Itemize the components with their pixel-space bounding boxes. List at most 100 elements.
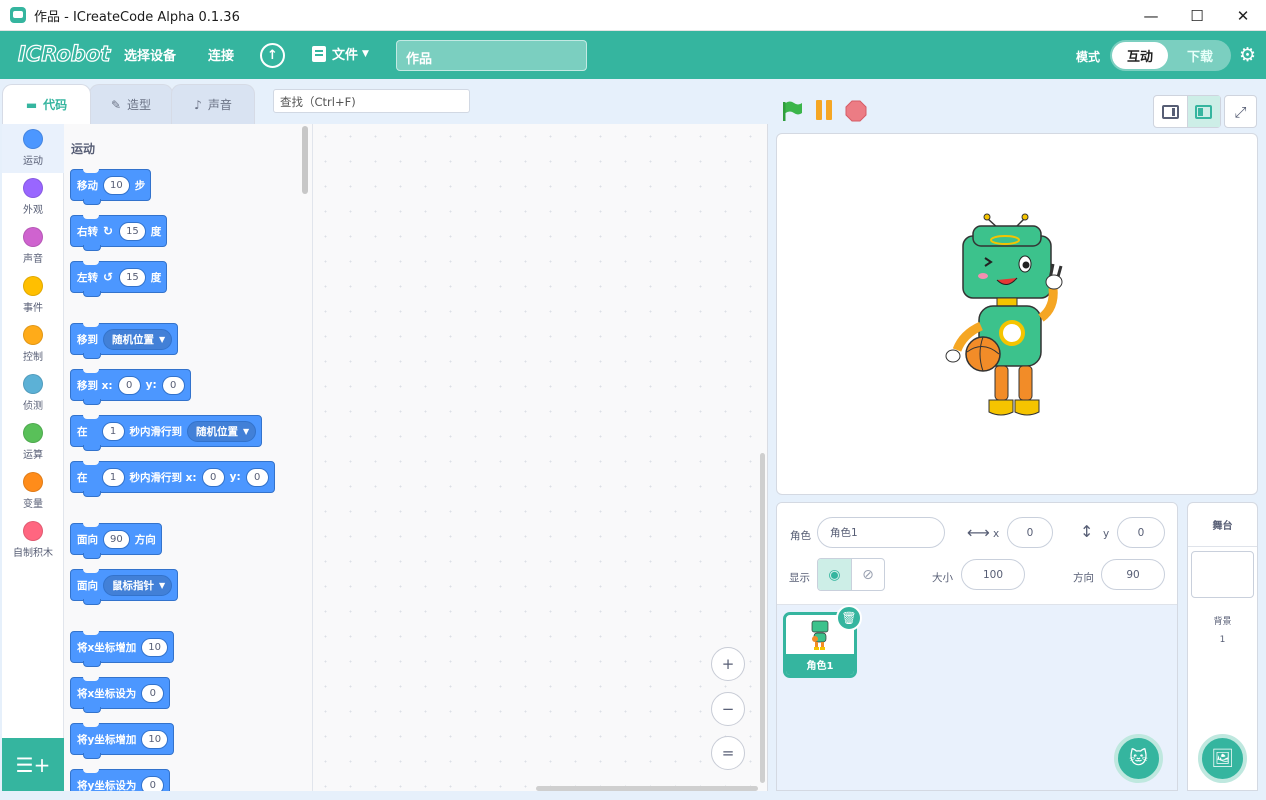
block-turn-right[interactable]: 右转 ↻ 15 度 xyxy=(70,215,168,251)
block-goto-xy[interactable]: 移到 x: 0 y: 0 xyxy=(70,369,191,405)
tab-costumes-label: 造型 xyxy=(127,98,152,112)
maximize-button[interactable]: ☐ xyxy=(1174,0,1220,31)
block-input[interactable]: 15 xyxy=(119,267,146,287)
x-label: x xyxy=(993,528,1000,540)
zoom-in-button[interactable]: + xyxy=(711,647,745,681)
block-input[interactable]: 0 xyxy=(141,683,165,703)
size-label: 大小 xyxy=(932,572,953,584)
category-my-blocks[interactable]: 自制积木 xyxy=(2,516,64,565)
search-input[interactable]: 查找（Ctrl+F) xyxy=(273,89,470,113)
block-input[interactable]: 0 xyxy=(141,775,165,791)
block-set-x[interactable]: 将x坐标设为 0 xyxy=(70,677,171,713)
block-input[interactable]: 0 xyxy=(245,467,269,487)
delete-sprite-button[interactable]: 🗑 xyxy=(836,605,862,631)
mode-toggle[interactable]: 互动 下载 xyxy=(1110,40,1231,71)
block-input[interactable]: 90 xyxy=(103,529,130,549)
upload-icon[interactable]: ↑ xyxy=(260,43,285,68)
block-input[interactable]: 1 xyxy=(101,421,125,441)
category-label: 运动 xyxy=(23,156,43,167)
hide-button[interactable]: ⊘ xyxy=(850,559,884,590)
stop-icon[interactable] xyxy=(845,100,867,122)
pause-icon[interactable] xyxy=(813,100,835,122)
script-area[interactable] xyxy=(313,124,768,791)
y-input[interactable]: 0 xyxy=(1117,517,1165,548)
close-button[interactable]: ✕ xyxy=(1220,0,1266,31)
connect-menu[interactable]: 连接 xyxy=(208,45,234,64)
category-looks[interactable]: 外观 xyxy=(2,173,64,222)
block-glide[interactable]: 在 1 秒内滑行到 随机位置 ▼ xyxy=(70,415,263,451)
category-dot-icon xyxy=(23,374,43,394)
project-title-input[interactable]: 作品 xyxy=(396,40,587,71)
block-point-direction[interactable]: 面向 90 方向 xyxy=(70,523,162,559)
category-operators[interactable]: 运算 xyxy=(2,418,64,467)
block-text: 度 xyxy=(150,225,162,238)
size-input[interactable]: 100 xyxy=(961,559,1025,590)
block-dropdown[interactable]: 鼠标指针 ▼ xyxy=(103,574,173,596)
small-stage-button[interactable] xyxy=(1154,96,1187,127)
window-title-bar: 作品 - ICreateCode Alpha 0.1.36 xyxy=(0,0,1266,31)
category-variables[interactable]: 变量 xyxy=(2,467,64,516)
block-turn-left[interactable]: 左转 ↺ 15 度 xyxy=(70,261,168,297)
show-label: 显示 xyxy=(789,572,810,584)
sprite-name-input[interactable]: 角色1 xyxy=(817,517,945,548)
block-input[interactable]: 0 xyxy=(201,467,225,487)
block-text: 面向 xyxy=(77,579,98,592)
palette-heading: 运动 xyxy=(71,142,96,156)
category-motion[interactable]: 运动 xyxy=(2,124,64,173)
green-flag-icon[interactable] xyxy=(781,100,803,122)
block-set-y[interactable]: 将y坐标设为 0 xyxy=(70,769,171,791)
normal-stage-button[interactable] xyxy=(1186,96,1220,127)
mode-interactive-option[interactable]: 互动 xyxy=(1112,42,1168,69)
block-input[interactable]: 15 xyxy=(119,221,146,241)
add-backdrop-button[interactable]: 🖼 xyxy=(1198,734,1247,783)
block-text: 将x坐标设为 xyxy=(77,687,137,700)
minimize-button[interactable]: — xyxy=(1128,0,1174,31)
block-change-x[interactable]: 将x坐标增加 10 xyxy=(70,631,175,667)
app-logo[interactable]: ICRobot xyxy=(17,41,110,66)
category-sound[interactable]: 声音 xyxy=(2,222,64,271)
category-control[interactable]: 控制 xyxy=(2,320,64,369)
block-dropdown[interactable]: 随机位置 ▼ xyxy=(103,328,173,350)
gear-icon[interactable]: ⚙ xyxy=(1239,44,1256,66)
block-dropdown[interactable]: 随机位置 ▼ xyxy=(187,420,257,442)
direction-input[interactable]: 90 xyxy=(1101,559,1165,590)
block-move-steps[interactable]: 移动 10 步 xyxy=(70,169,152,205)
palette-scrollbar[interactable] xyxy=(302,126,308,194)
zoom-reset-button[interactable]: = xyxy=(711,736,745,770)
block-text: y: xyxy=(145,379,157,391)
category-events[interactable]: 事件 xyxy=(2,271,64,320)
block-change-y[interactable]: 将y坐标增加 10 xyxy=(70,723,175,759)
category-label: 声音 xyxy=(23,254,43,265)
block-input[interactable]: 10 xyxy=(141,637,169,657)
script-area-vertical-scrollbar[interactable] xyxy=(760,453,765,783)
stage-canvas[interactable] xyxy=(776,133,1258,495)
block-glide-xy[interactable]: 在 1 秒内滑行到 x: 0 y: 0 xyxy=(70,461,275,497)
block-input[interactable]: 0 xyxy=(117,375,141,395)
select-device-menu[interactable]: 选择设备 xyxy=(124,45,176,64)
block-point-towards[interactable]: 面向 鼠标指针 ▼ xyxy=(70,569,179,605)
block-input[interactable]: 10 xyxy=(103,175,130,195)
category-sensing[interactable]: 侦测 xyxy=(2,369,64,418)
file-menu[interactable]: 文件 ▼ xyxy=(312,44,369,63)
script-area-horizontal-scrollbar[interactable] xyxy=(536,786,758,791)
tab-code[interactable]: ▬ 代码 xyxy=(2,84,91,124)
add-extension-button[interactable]: ☰+ xyxy=(2,738,64,791)
block-goto[interactable]: 移到 随机位置 ▼ xyxy=(70,323,179,359)
trash-icon: 🗑 xyxy=(841,611,857,625)
block-palette: 运动 移动 10 步 右转 ↻ 15 度 左转 ↺ 15 度 移到 随机位置 ▼ … xyxy=(64,124,313,791)
block-input[interactable]: 0 xyxy=(161,375,185,395)
stage-thumbnail[interactable] xyxy=(1191,551,1254,598)
fullscreen-button[interactable]: ⤢ xyxy=(1224,95,1257,128)
tab-costumes[interactable]: ✎ 造型 xyxy=(89,84,173,124)
x-input[interactable]: 0 xyxy=(1007,517,1053,548)
tab-sounds[interactable]: ♪ 声音 xyxy=(171,84,255,124)
block-text: 步 xyxy=(134,179,146,192)
robot-sprite[interactable] xyxy=(945,208,1070,423)
show-button[interactable]: ◉ xyxy=(818,559,851,590)
add-sprite-button[interactable]: 🐱 xyxy=(1114,734,1163,783)
block-input[interactable]: 1 xyxy=(101,467,125,487)
block-text: 将x坐标增加 xyxy=(77,641,137,654)
block-input[interactable]: 10 xyxy=(141,729,169,749)
mode-download-option[interactable]: 下载 xyxy=(1172,42,1228,69)
zoom-out-button[interactable]: − xyxy=(711,692,745,726)
